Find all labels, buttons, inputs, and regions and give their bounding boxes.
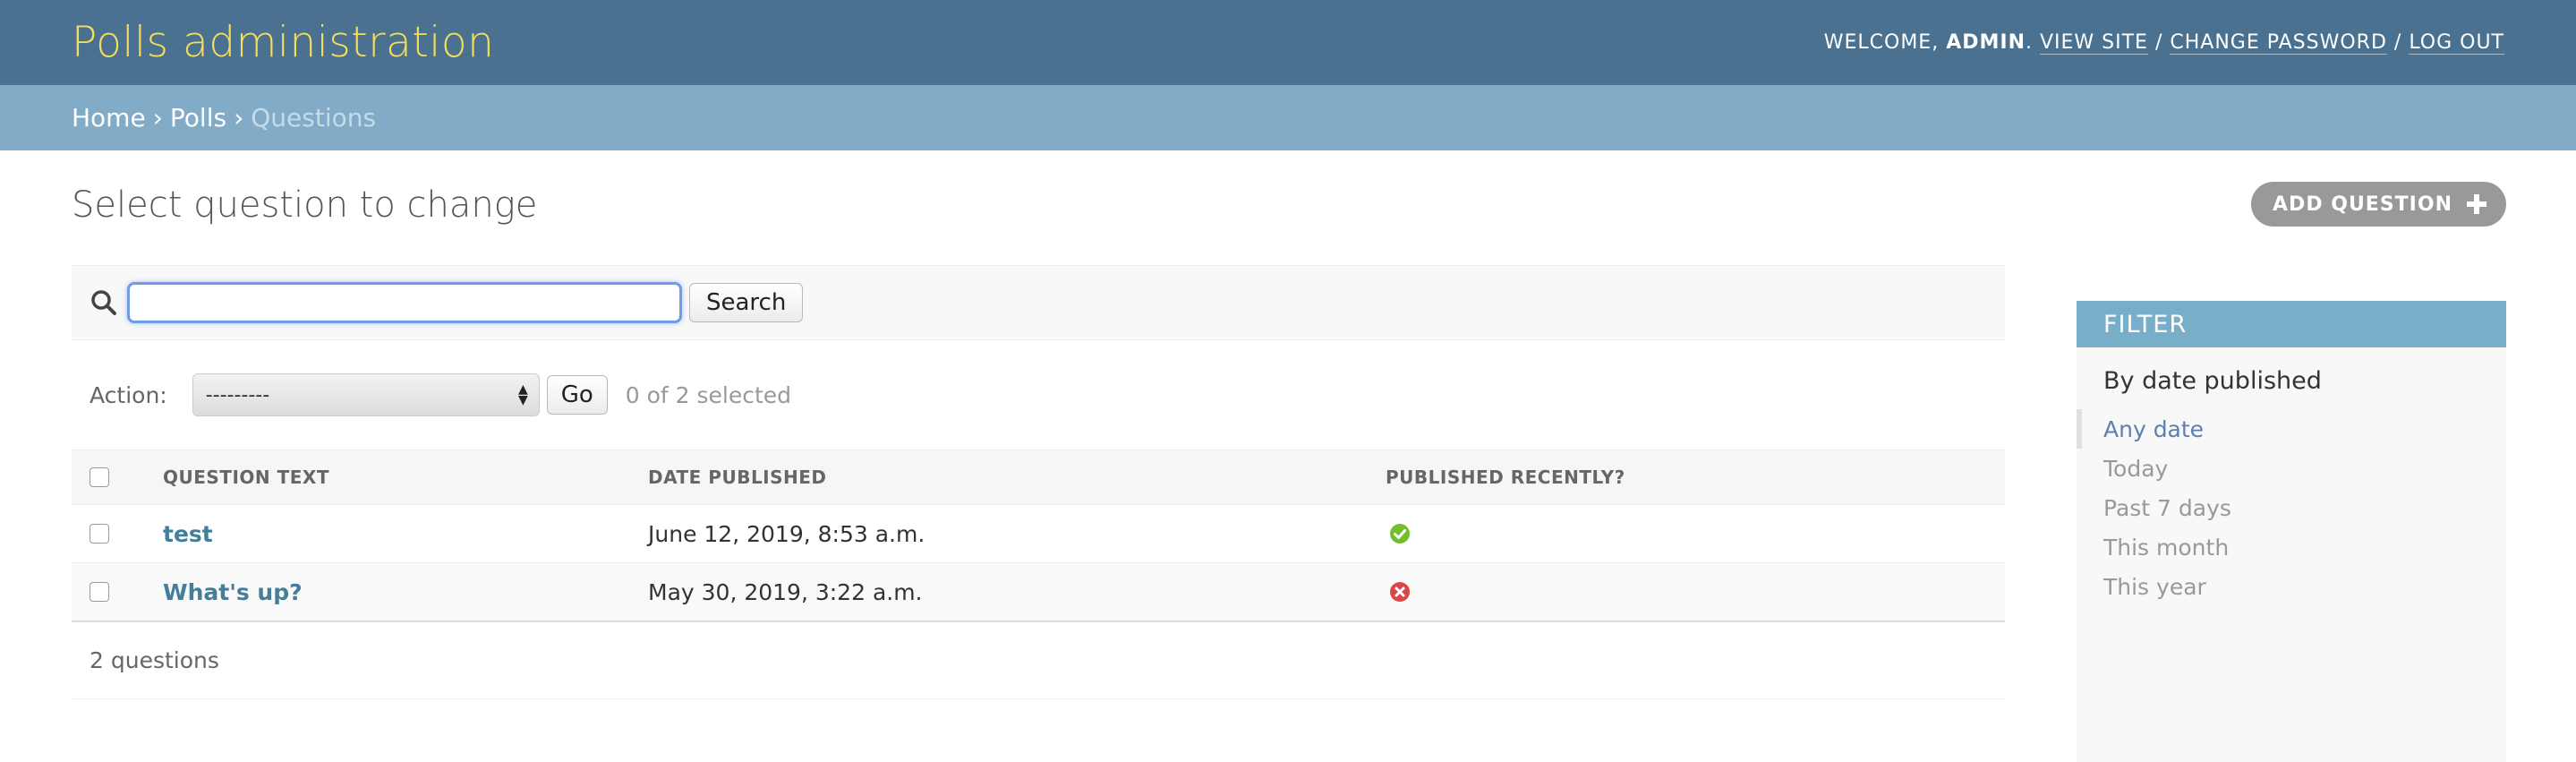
search-icon [91, 290, 116, 315]
paginator: 2 questions [72, 622, 2005, 699]
add-question-button[interactable]: Add question [2251, 182, 2506, 227]
table-row: test June 12, 2019, 8:53 a.m. [72, 504, 2005, 563]
filter-option-today[interactable]: Today [2077, 449, 2506, 488]
breadcrumb-polls[interactable]: Polls [170, 103, 226, 133]
search-input[interactable] [127, 282, 682, 323]
row-checkbox-cell [72, 504, 163, 563]
row-checkbox-cell [72, 562, 163, 622]
question-cell: What's up? [163, 562, 648, 622]
site-branding[interactable]: Polls administration [72, 18, 494, 67]
breadcrumb-separator: › [152, 103, 163, 133]
filter-option-this-year[interactable]: This year [2077, 567, 2506, 606]
table-header-row: Question text Date published Published r… [72, 449, 2005, 505]
question-cell: test [163, 504, 648, 563]
yes-icon [1390, 524, 1410, 544]
actions-bar: Action: --------- ▲ ▼ Go 0 of 2 selected [72, 340, 2005, 449]
breadcrumb-home[interactable]: Home [72, 103, 146, 133]
action-select[interactable]: --------- ▲ ▼ [192, 373, 540, 416]
result-table: Question text Date published Published r… [72, 449, 2005, 622]
action-counter: 0 of 2 selected [625, 381, 791, 408]
date-cell: June 12, 2019, 8:53 a.m. [648, 504, 1386, 563]
action-label: Action: [90, 381, 167, 408]
date-cell: May 30, 2019, 3:22 a.m. [648, 562, 1386, 622]
no-icon [1390, 582, 1410, 602]
column-header-date-published[interactable]: Date published [648, 449, 1386, 505]
question-link[interactable]: test [163, 521, 213, 547]
column-header-question-text[interactable]: Question text [163, 449, 648, 505]
page-title: Select question to change [72, 184, 538, 226]
header: Polls administration Welcome, admin. Vie… [0, 0, 2576, 85]
go-button[interactable]: Go [546, 375, 608, 415]
select-all-checkbox[interactable] [90, 467, 109, 487]
recent-cell [1386, 504, 2005, 563]
filter-option-this-month[interactable]: This month [2077, 527, 2506, 567]
filter-panel: Filter By date published Any date Today … [2077, 301, 2506, 762]
table-row: What's up? May 30, 2019, 3:22 a.m. [72, 562, 2005, 622]
select-arrows-icon: ▲ ▼ [517, 382, 528, 407]
question-link[interactable]: What's up? [163, 579, 303, 605]
search-button[interactable]: Search [689, 283, 804, 322]
user-tools: Welcome, admin. View site / Change passwor… [1823, 31, 2504, 55]
breadcrumb: Home › Polls › Questions [0, 85, 2576, 150]
change-password-link[interactable]: Change password [2170, 31, 2387, 55]
select-all-cell [72, 449, 163, 505]
add-question-label: Add question [2273, 193, 2452, 216]
search-toolbar: Search [72, 265, 2005, 340]
breadcrumb-separator: › [234, 103, 244, 133]
row-checkbox[interactable] [90, 524, 109, 544]
filter-list: Any date Today Past 7 days This month Th… [2077, 409, 2506, 606]
column-header-published-recently[interactable]: Published recently? [1386, 449, 2005, 505]
filter-heading: By date published [2103, 367, 2322, 395]
action-select-value: --------- [205, 383, 270, 407]
filter-title: Filter [2077, 301, 2506, 347]
breadcrumb-current: Questions [251, 103, 377, 133]
log-out-link[interactable]: Log out [2409, 31, 2504, 55]
filter-option-past-7-days[interactable]: Past 7 days [2077, 488, 2506, 527]
view-site-link[interactable]: View site [2039, 31, 2148, 55]
plus-icon [2467, 194, 2486, 214]
filter-option-any-date[interactable]: Any date [2077, 409, 2506, 449]
welcome-text: Welcome, [1823, 31, 1940, 54]
username: admin [1946, 31, 2026, 54]
row-checkbox[interactable] [90, 582, 109, 602]
recent-cell [1386, 562, 2005, 622]
changelist: Search Action: --------- ▲ ▼ Go 0 of 2 se… [72, 265, 2005, 699]
